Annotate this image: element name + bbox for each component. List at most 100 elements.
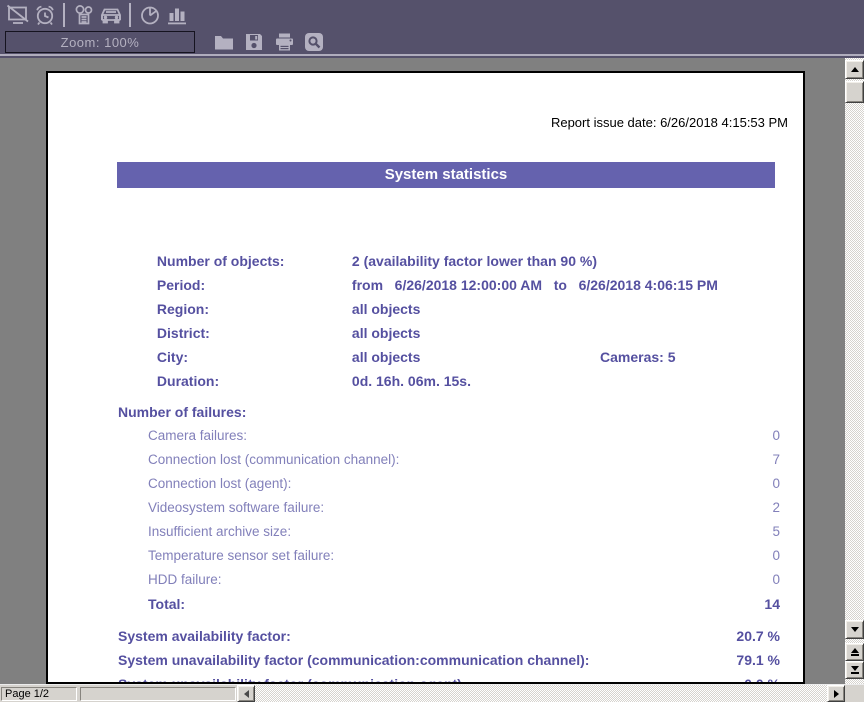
- summary-label: System unavailability factor (communicat…: [118, 652, 589, 668]
- scroll-down-button[interactable]: [845, 620, 864, 639]
- failure-value: 7: [772, 448, 780, 472]
- failures-section: Number of failures: Camera failures: 0 Co…: [118, 400, 780, 616]
- printer-icon: [273, 31, 296, 53]
- page-down-icon: [851, 666, 859, 671]
- vertical-scrollbar[interactable]: [845, 58, 864, 684]
- zoom-level[interactable]: Zoom: 100%: [5, 31, 195, 53]
- failure-row: Connection lost (agent): 0: [118, 472, 780, 496]
- failure-row: Temperature sensor set failure: 0: [118, 544, 780, 568]
- failure-label: HDD failure:: [148, 572, 222, 587]
- failure-label: Camera failures:: [148, 428, 247, 443]
- failure-value: 0: [772, 472, 780, 496]
- info-label: Duration:: [157, 369, 352, 393]
- film-reel-button[interactable]: [70, 2, 97, 28]
- info-row: City:all objects: [118, 321, 780, 345]
- next-page-button[interactable]: [845, 661, 864, 679]
- failure-label: Insufficient archive size:: [148, 524, 291, 539]
- bar-chart-button[interactable]: [163, 2, 190, 28]
- page-indicator: Page 1/2: [1, 687, 77, 701]
- pie-chart-icon: [138, 3, 162, 27]
- failure-value: 0: [772, 424, 780, 448]
- report-title-bar: System statistics: [117, 162, 775, 188]
- report-viewer-window: Zoom: 100%: [0, 0, 864, 702]
- failures-heading: Number of failures:: [118, 400, 780, 424]
- status-bar: Page 1/2: [0, 684, 864, 702]
- print-button[interactable]: [269, 29, 299, 55]
- failure-value: 0: [772, 568, 780, 592]
- failure-row: Insufficient archive size: 5: [118, 520, 780, 544]
- monitor-off-icon: [6, 3, 30, 27]
- page-down-bar-icon: [851, 672, 859, 674]
- failure-label: Connection lost (communication channel):: [148, 452, 399, 467]
- alarm-clock-button[interactable]: [31, 2, 58, 28]
- failure-value: 5: [772, 520, 780, 544]
- monitor-off-button[interactable]: [4, 2, 31, 28]
- save-button[interactable]: [239, 29, 269, 55]
- summary-label: System availability factor:: [118, 628, 291, 644]
- toolbar-separator: [63, 3, 65, 27]
- scroll-right-button[interactable]: [827, 685, 845, 702]
- info-value: 0d. 16h. 06m. 15s.: [352, 373, 471, 389]
- failure-label: Connection lost (agent):: [148, 476, 291, 491]
- car-button[interactable]: [97, 2, 124, 28]
- arrow-right-icon: [834, 690, 839, 698]
- info-row: Region:all objects: [118, 273, 780, 297]
- status-panel-empty: [80, 687, 236, 701]
- report-info-section: Number of objects:2 (availability factor…: [118, 225, 780, 369]
- arrow-up-icon: [851, 67, 859, 72]
- pie-chart-button[interactable]: [136, 2, 163, 28]
- failure-value: 0: [772, 544, 780, 568]
- scroll-left-button[interactable]: [237, 685, 255, 702]
- open-button[interactable]: [209, 29, 239, 55]
- search-button[interactable]: [299, 29, 329, 55]
- preview-area: Report issue date: 6/26/2018 4:15:53 PM …: [0, 58, 845, 684]
- scrollbar-corner: [845, 685, 864, 702]
- info-row: District:all objects: [118, 297, 780, 321]
- arrow-down-icon: [851, 627, 859, 632]
- arrow-left-icon: [244, 690, 249, 698]
- failure-row: Camera failures: 0: [118, 424, 780, 448]
- summary-value: 0.0 %: [744, 672, 780, 684]
- cameras-count: Cameras: 5: [600, 345, 676, 369]
- failures-total-value: 14: [764, 592, 780, 616]
- summary-row: System unavailability factor (communicat…: [118, 672, 780, 684]
- main-toolbar: [0, 0, 864, 30]
- summary-row: System availability factor: 20.7 %: [118, 624, 780, 648]
- scroll-up-button[interactable]: [845, 60, 864, 79]
- vertical-scroll-thumb[interactable]: [845, 81, 864, 103]
- toolbar-separator: [129, 3, 131, 27]
- report-title: System statistics: [385, 166, 508, 183]
- zoom-level-label: Zoom: 100%: [61, 35, 140, 50]
- folder-icon: [213, 31, 235, 53]
- page-up-bar-icon: [851, 654, 859, 656]
- failure-label: Temperature sensor set failure:: [148, 548, 334, 563]
- summary-section: System availability factor: 20.7 % System…: [118, 624, 780, 684]
- info-row: Duration:0d. 16h. 06m. 15s. Cameras: 5: [118, 345, 780, 369]
- bar-chart-icon: [165, 3, 189, 27]
- report-toolbar-buttons: [209, 29, 329, 55]
- summary-row: System unavailability factor (communicat…: [118, 648, 780, 672]
- failure-row: Connection lost (communication channel):…: [118, 448, 780, 472]
- report-toolbar: Zoom: 100%: [0, 30, 864, 56]
- car-icon: [98, 3, 124, 27]
- report-issue-date: Report issue date: 6/26/2018 4:15:53 PM: [551, 115, 788, 130]
- failures-total-label: Total:: [148, 596, 185, 612]
- magnifier-icon: [303, 31, 325, 53]
- alarm-clock-icon: [33, 3, 57, 27]
- failures-total-row: Total: 14: [118, 592, 780, 616]
- summary-label: System unavailability factor (communicat…: [118, 676, 467, 684]
- report-page: Report issue date: 6/26/2018 4:15:53 PM …: [46, 71, 805, 684]
- previous-page-button[interactable]: [845, 643, 864, 661]
- film-reel-icon: [72, 3, 96, 27]
- floppy-disk-icon: [243, 31, 265, 53]
- summary-value: 20.7 %: [736, 624, 780, 648]
- info-row: Period:from 6/26/2018 12:00:00 AM to 6/2…: [118, 249, 780, 273]
- page-up-icon: [851, 648, 859, 653]
- failure-row: HDD failure: 0: [118, 568, 780, 592]
- horizontal-scrollbar[interactable]: [237, 685, 845, 702]
- failure-label: Videosystem software failure:: [148, 500, 324, 515]
- failure-value: 2: [772, 496, 780, 520]
- failure-row: Videosystem software failure: 2: [118, 496, 780, 520]
- summary-value: 79.1 %: [736, 648, 780, 672]
- info-row: Number of objects:2 (availability factor…: [118, 225, 780, 249]
